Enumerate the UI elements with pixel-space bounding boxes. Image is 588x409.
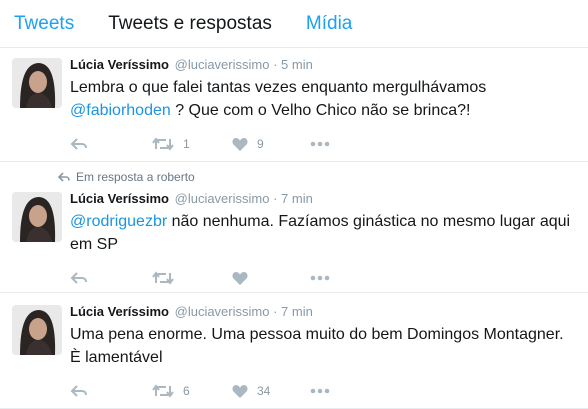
mention-link[interactable]: @fabiorhoden (70, 102, 171, 119)
heart-icon (232, 272, 248, 285)
like-button[interactable]: 34 (232, 384, 310, 398)
reply-button[interactable] (70, 137, 152, 151)
retweet-count: 1 (183, 137, 190, 151)
tweet-item[interactable]: Lúcia Veríssimo @luciaverissimo · 7 min … (0, 293, 588, 409)
mention-link[interactable]: @rodriguezbr (70, 213, 167, 230)
avatar-photo (12, 192, 62, 242)
retweet-button[interactable]: 6 (152, 384, 232, 398)
like-count: 9 (257, 137, 264, 151)
reply-icon (70, 272, 87, 284)
more-dots-icon (310, 388, 330, 394)
like-button[interactable] (232, 271, 310, 285)
tab-tweets[interactable]: Tweets (14, 13, 74, 35)
avatar[interactable] (12, 192, 62, 242)
tweet-timestamp[interactable]: 5 min (281, 57, 313, 72)
author-handle[interactable]: @luciaverissimo (175, 191, 270, 206)
separator-dot: · (273, 57, 278, 72)
tweet-text-rest: ? Que com o Velho Chico não se brinca?! (170, 102, 471, 119)
tweet-actions: 1 9 (70, 135, 578, 153)
retweet-icon (152, 271, 174, 285)
tweet-text: Uma pena enorme. Uma pessoa muito do bem… (70, 326, 564, 366)
reply-icon (70, 385, 87, 397)
reply-context-text: Em resposta a roberto (76, 170, 195, 184)
like-button[interactable]: 9 (232, 137, 310, 151)
avatar[interactable] (12, 305, 62, 355)
more-button[interactable] (310, 141, 330, 147)
reply-button[interactable] (70, 271, 152, 285)
retweet-button[interactable]: 1 (152, 137, 232, 151)
author-handle[interactable]: @luciaverissimo (175, 57, 270, 72)
reply-button[interactable] (70, 384, 152, 398)
reply-context[interactable]: Em resposta a roberto (58, 170, 195, 184)
tweet-item[interactable]: Em resposta a roberto Lúcia Veríssimo @l… (0, 162, 588, 293)
tab-media[interactable]: Mídia (306, 13, 352, 35)
tweet-content: Lúcia Veríssimo @luciaverissimo · 7 min … (70, 304, 578, 400)
retweet-icon (152, 384, 174, 398)
separator-dot: · (273, 191, 278, 206)
more-dots-icon (310, 275, 330, 281)
tweet-actions: 6 34 (70, 382, 578, 400)
tweet-header: Lúcia Veríssimo @luciaverissimo · 7 min (70, 304, 578, 320)
retweet-count: 6 (183, 384, 190, 398)
retweet-button[interactable] (152, 271, 232, 285)
tweet-actions (70, 269, 578, 287)
author-name[interactable]: Lúcia Veríssimo (70, 191, 169, 206)
author-handle[interactable]: @luciaverissimo (175, 304, 270, 319)
reply-icon (70, 138, 87, 150)
tweet-header: Lúcia Veríssimo @luciaverissimo · 5 min (70, 57, 578, 73)
avatar-photo (12, 305, 62, 355)
author-name[interactable]: Lúcia Veríssimo (70, 304, 169, 319)
reply-arrow-icon (58, 172, 70, 182)
avatar-photo (12, 58, 62, 108)
separator-dot: · (273, 304, 278, 319)
more-button[interactable] (310, 275, 330, 281)
more-dots-icon (310, 141, 330, 147)
like-count: 34 (257, 384, 271, 398)
heart-icon (232, 138, 248, 151)
tab-tweets-and-replies[interactable]: Tweets e respostas (108, 13, 272, 35)
tweet-header: Lúcia Veríssimo @luciaverissimo · 7 min (70, 191, 578, 207)
tweet-text: @rodriguezbr não nenhuma. Fazíamos ginás… (70, 210, 578, 256)
avatar[interactable] (12, 58, 62, 108)
tweet-item[interactable]: Lúcia Veríssimo @luciaverissimo · 5 min … (0, 48, 588, 162)
author-name[interactable]: Lúcia Veríssimo (70, 57, 169, 72)
heart-icon (232, 385, 248, 398)
tweet-content: Lúcia Veríssimo @luciaverissimo · 7 min … (70, 191, 578, 287)
tweet-content: Lúcia Veríssimo @luciaverissimo · 5 min … (70, 57, 578, 153)
profile-tabs: Tweets Tweets e respostas Mídia (0, 0, 588, 48)
tweet-timestamp[interactable]: 7 min (281, 191, 313, 206)
retweet-icon (152, 137, 174, 151)
tweet-text-line: Lembra o que falei tantas vezes enquanto… (70, 79, 487, 96)
tweet-text: Lembra o que falei tantas vezes enquanto… (70, 76, 578, 122)
more-button[interactable] (310, 388, 330, 394)
tweet-timestamp[interactable]: 7 min (281, 304, 313, 319)
